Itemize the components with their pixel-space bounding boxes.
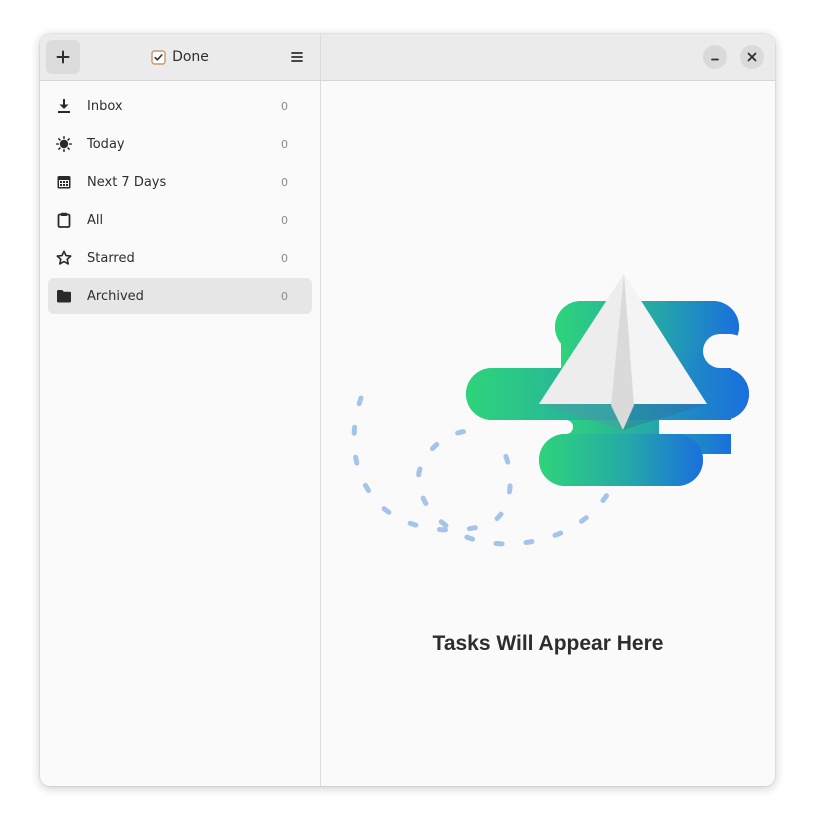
sidebar-item-label: Today [87,136,125,152]
empty-state-title: Tasks Will Appear Here [432,632,664,655]
paper-plane-illustration [351,274,753,547]
sidebar: Done Inbox 0 Today 0 Next 7 Days 0 All 0… [40,34,321,786]
sidebar-item-count: 0 [281,289,288,303]
sun-icon [56,136,72,152]
window-title: Done [40,34,320,80]
sidebar-item-count: 0 [281,213,288,227]
sidebar-item-label: Starred [87,250,135,266]
sidebar-item-archived[interactable]: Archived 0 [48,278,312,314]
sidebar-item-label: All [87,212,104,228]
sidebar-item-next-7-days[interactable]: Next 7 Days 0 [48,164,312,200]
download-tray-icon [58,99,70,113]
sidebar-item-count: 0 [281,99,288,113]
plus-icon [56,50,70,64]
sidebar-nav-list: Inbox 0 Today 0 Next 7 Days 0 All 0 Star… [48,88,312,316]
calendar-icon [57,176,71,189]
folder-icon [57,290,71,303]
add-task-button[interactable] [46,40,80,74]
sidebar-item-label: Inbox [87,98,123,114]
sidebar-item-count: 0 [281,251,288,265]
clipboard-icon [57,212,71,228]
sidebar-header: Done [40,34,320,81]
sidebar-item-count: 0 [281,175,288,189]
main-menu-button[interactable] [280,40,314,74]
sidebar-item-inbox[interactable]: Inbox 0 [48,88,312,124]
app-title: Done [172,49,209,65]
sidebar-item-label: Archived [87,288,144,304]
content-area: Tasks Will Appear Here [321,34,775,786]
sidebar-item-today[interactable]: Today 0 [48,126,312,162]
sidebar-item-count: 0 [281,137,288,151]
star-icon [56,250,72,265]
app-window: Done Inbox 0 Today 0 Next 7 Days 0 All 0… [40,34,775,786]
app-checkbox-icon [151,49,166,65]
sidebar-item-all[interactable]: All 0 [48,202,312,238]
hamburger-menu-icon [291,52,303,62]
sidebar-item-label: Next 7 Days [87,174,167,190]
sidebar-item-starred[interactable]: Starred 0 [48,240,312,276]
